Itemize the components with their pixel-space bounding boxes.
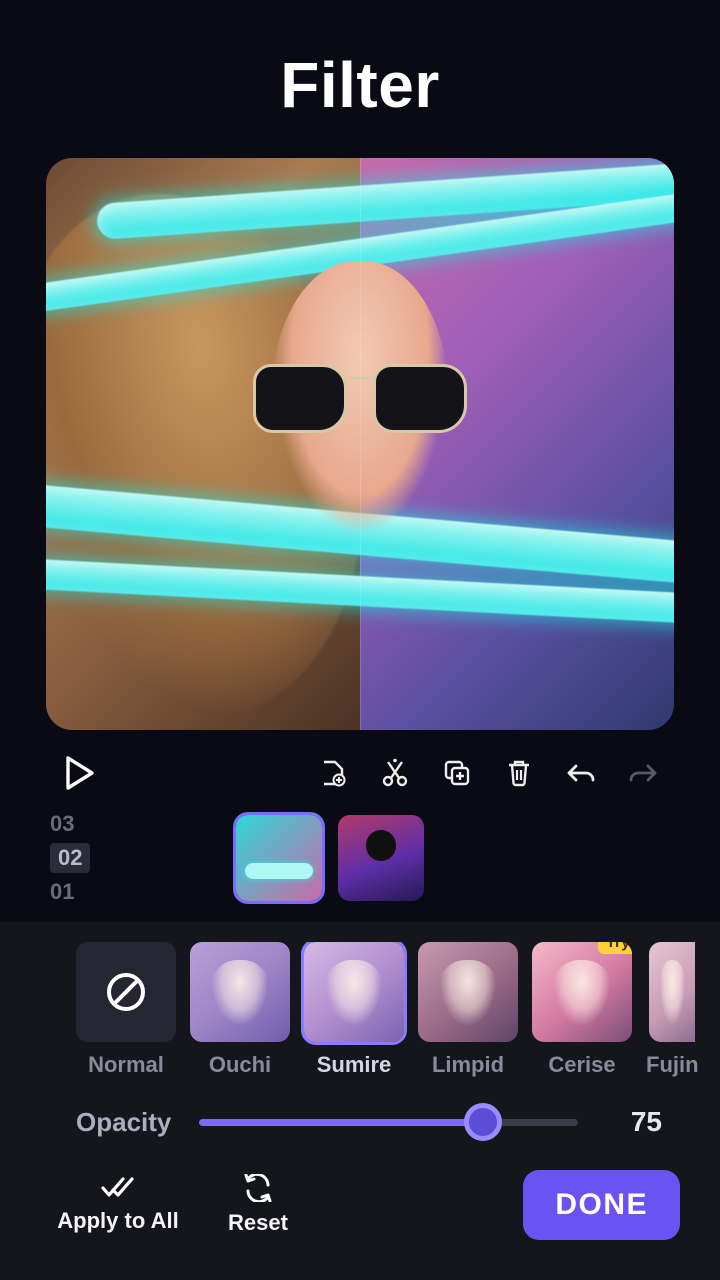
copy-icon[interactable] — [426, 749, 488, 797]
filter-label: Limpid — [432, 1052, 504, 1078]
preview-canvas[interactable] — [46, 158, 674, 730]
reset-label: Reset — [228, 1210, 288, 1236]
opacity-slider[interactable] — [199, 1106, 578, 1138]
filter-normal[interactable]: Normal — [76, 942, 176, 1078]
filter-cerise[interactable]: Try Cerise — [532, 942, 632, 1078]
opacity-label: Opacity — [76, 1107, 171, 1138]
compare-divider[interactable] — [360, 158, 361, 730]
slider-knob[interactable] — [464, 1103, 502, 1141]
reset-button[interactable]: Reset — [188, 1174, 328, 1236]
play-button[interactable] — [56, 749, 104, 797]
timeline-clip[interactable] — [236, 815, 322, 901]
filter-label: Fujin — [646, 1052, 699, 1078]
apply-all-button[interactable]: Apply to All — [48, 1176, 188, 1234]
filter-fujin[interactable]: Fujin — [646, 942, 699, 1078]
filter-label: Ouchi — [209, 1052, 271, 1078]
timeline-clip[interactable] — [338, 815, 424, 901]
toolbar — [46, 738, 674, 808]
page-title: Filter — [0, 48, 720, 122]
undo-icon[interactable] — [550, 749, 612, 797]
opacity-value: 75 — [606, 1106, 662, 1138]
track-number[interactable]: 01 — [50, 879, 74, 905]
track-numbers: 03 02 01 — [46, 811, 106, 905]
no-filter-icon — [76, 942, 176, 1042]
filter-label: Sumire — [317, 1052, 392, 1078]
filter-limpid[interactable]: Limpid — [418, 942, 518, 1078]
tag-add-icon[interactable] — [302, 749, 364, 797]
track-number[interactable]: 03 — [50, 811, 74, 837]
filter-list[interactable]: Normal Ouchi Sumire Limpid Try Cerise — [0, 942, 720, 1078]
done-button[interactable]: DONE — [523, 1170, 680, 1240]
filter-sumire[interactable]: Sumire — [304, 942, 404, 1078]
apply-all-label: Apply to All — [57, 1208, 178, 1234]
track-number[interactable]: 02 — [50, 843, 90, 873]
filter-label: Cerise — [548, 1052, 615, 1078]
reset-icon — [243, 1174, 273, 1202]
redo-icon[interactable] — [612, 749, 674, 797]
filter-label: Normal — [88, 1052, 164, 1078]
filter-ouchi[interactable]: Ouchi — [190, 942, 290, 1078]
trash-icon[interactable] — [488, 749, 550, 797]
cut-icon[interactable] — [364, 749, 426, 797]
timeline: 03 02 01 — [46, 812, 674, 904]
check-all-icon — [101, 1176, 135, 1200]
try-badge: Try — [598, 942, 632, 954]
filters-panel: Normal Ouchi Sumire Limpid Try Cerise — [0, 922, 720, 1280]
